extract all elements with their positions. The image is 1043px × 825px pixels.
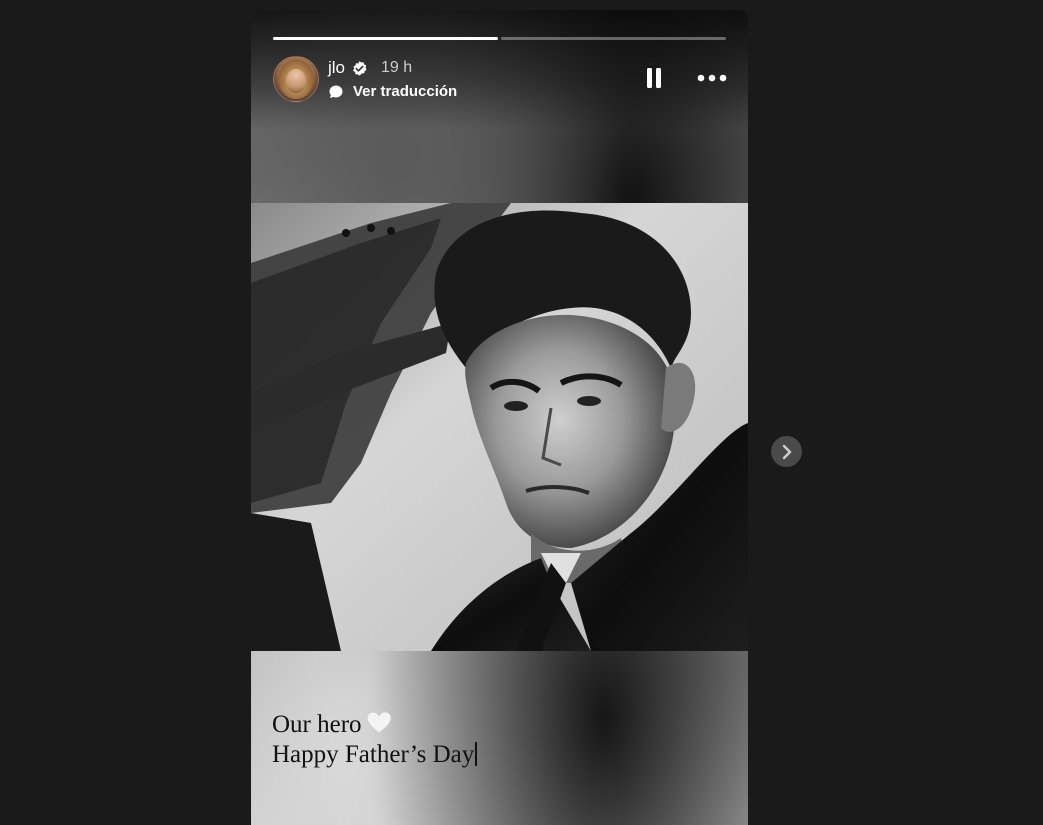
portrait-photo — [251, 203, 748, 651]
more-options-button[interactable] — [696, 64, 728, 92]
verified-badge-icon — [353, 60, 367, 76]
caption-line-1: Our hero — [272, 710, 477, 740]
caption-text-2: Happy Father’s Day — [272, 741, 475, 768]
username-link[interactable]: jlo — [328, 58, 345, 78]
story-caption: Our hero Happy Father’s Day — [272, 710, 477, 770]
white-heart-icon — [366, 711, 392, 734]
text-cursor — [475, 742, 477, 766]
pause-button[interactable] — [638, 64, 670, 92]
speech-bubble-icon — [329, 85, 343, 98]
story-card[interactable]: jlo 19 h Ver traducción Our hero Happy F… — [251, 10, 748, 825]
chevron-right-icon — [782, 444, 791, 459]
post-time: 19 h — [381, 59, 413, 76]
translate-label: Ver traducción — [353, 83, 458, 100]
caption-text-1: Our hero — [272, 711, 362, 738]
story-header: jlo 19 h Ver traducción — [273, 56, 728, 104]
translate-button[interactable]: Ver traducción — [328, 83, 457, 100]
progress-segment — [273, 37, 498, 40]
caption-line-2: Happy Father’s Day — [272, 740, 477, 770]
progress-fill — [273, 37, 498, 40]
story-controls — [638, 64, 728, 92]
avatar-image — [278, 59, 314, 99]
next-story-button[interactable] — [771, 436, 802, 467]
username-row: jlo 19 h — [328, 58, 412, 78]
progress-segment — [501, 37, 726, 40]
story-photo — [251, 203, 748, 651]
profile-avatar[interactable] — [273, 56, 319, 102]
story-viewer: jlo 19 h Ver traducción Our hero Happy F… — [0, 0, 1043, 825]
pause-icon — [647, 68, 661, 88]
story-progress-bar — [273, 37, 726, 40]
more-options-icon — [697, 74, 727, 82]
